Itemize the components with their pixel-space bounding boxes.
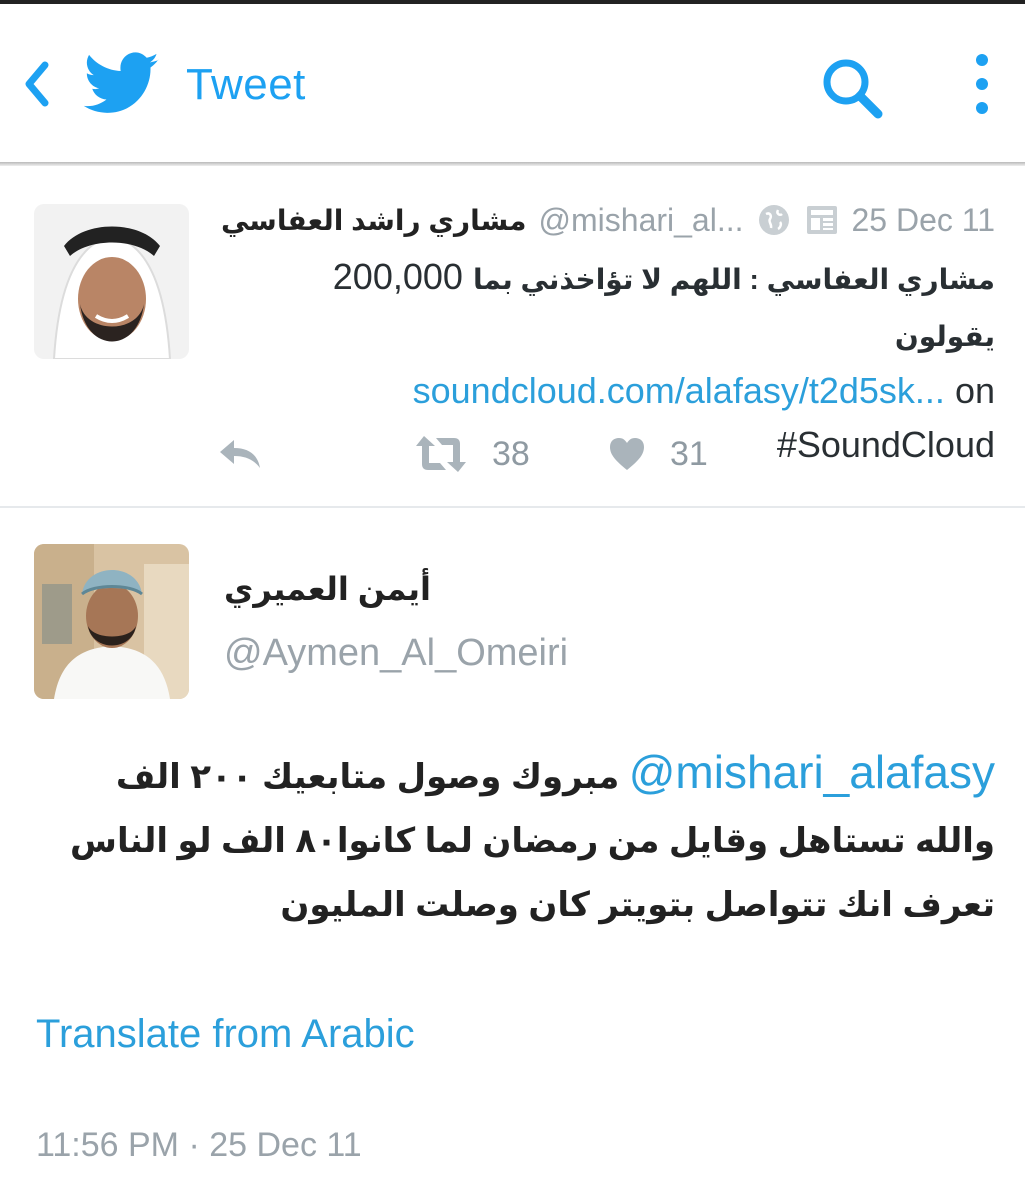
reply-button[interactable] xyxy=(216,424,264,484)
author-name[interactable]: أيمن العميري xyxy=(224,570,431,608)
divider xyxy=(0,506,1025,508)
more-options-button[interactable] xyxy=(962,50,1002,122)
tweet-arabic-text: مشاري العفاسي : اللهم لا تؤاخذني بما يقو… xyxy=(472,264,995,352)
tweet-date: 25 Dec 11 xyxy=(851,201,996,238)
translate-link[interactable]: Translate from Arabic xyxy=(36,1012,415,1057)
tweet-line: تعرف انك تتواصل بتويتر كان وصلت المليون xyxy=(280,886,995,924)
page-title: Tweet xyxy=(186,60,306,109)
tweet-text-line: 200,000 مشاري العفاسي : اللهم لا تؤاخذني… xyxy=(235,250,995,364)
soundcloud-link[interactable]: soundcloud.com/alafasy/t2d5sk... xyxy=(413,370,945,411)
app-header: Tweet xyxy=(0,4,1025,162)
embedded-tweet-meta: مشاري راشد العفاسي @mishari_al... 25 Dec… xyxy=(221,200,995,240)
author-handle[interactable]: @Aymen_Al_Omeiri xyxy=(224,632,568,675)
back-chevron-icon xyxy=(25,61,49,107)
avatar[interactable] xyxy=(34,544,189,699)
tweet-number: 200,000 xyxy=(332,256,463,297)
reply-icon xyxy=(220,440,260,468)
retweet-icon xyxy=(416,436,466,472)
author-handle[interactable]: @mishari_al... xyxy=(539,202,744,239)
like-button[interactable]: 31 xyxy=(608,424,708,484)
avatar[interactable] xyxy=(34,204,189,359)
tweet-body: @mishari_alafasy مبروك وصول متابعيك ٢٠٠ … xyxy=(65,740,995,937)
mention-link[interactable]: @mishari_alafasy xyxy=(629,746,995,798)
tweet-line-text: مبروك وصول متابعيك ٢٠٠ الف xyxy=(115,758,620,796)
author-name[interactable]: مشاري راشد العفاسي xyxy=(221,204,527,237)
more-vertical-icon xyxy=(976,54,988,114)
tweet-link-line: soundcloud.com/alafasy/t2d5sk... on xyxy=(235,364,995,418)
like-count: 31 xyxy=(670,434,708,473)
twitter-bird-icon xyxy=(84,52,159,113)
retweet-button[interactable]: 38 xyxy=(414,424,530,484)
tweet-line: @mishari_alafasy مبروك وصول متابعيك ٢٠٠ … xyxy=(65,740,995,809)
retweet-count: 38 xyxy=(492,434,530,473)
embedded-tweet[interactable]: مشاري راشد العفاسي @mishari_al... 25 Dec… xyxy=(0,166,1025,508)
tweet-line: والله تستاهل وقايل من رمضان لما كانوا٨٠ … xyxy=(70,822,995,860)
link-suffix: on xyxy=(954,370,995,411)
back-button[interactable] xyxy=(14,56,58,112)
search-icon xyxy=(823,59,883,119)
tweet-timestamp: 11:56 PM · 25 Dec 11 xyxy=(36,1126,362,1164)
newspaper-icon xyxy=(806,206,837,234)
heart-icon xyxy=(610,438,644,470)
avatar-image xyxy=(34,204,189,359)
search-button[interactable] xyxy=(818,54,888,124)
avatar-image xyxy=(34,544,189,699)
tweet-actions: 38 31 xyxy=(0,424,1025,484)
globe-icon xyxy=(758,205,789,235)
